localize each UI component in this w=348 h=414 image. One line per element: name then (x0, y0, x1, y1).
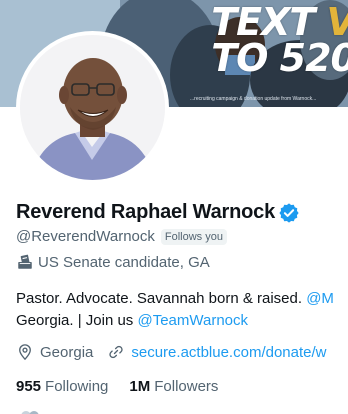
followers-stat[interactable]: 1M Followers (129, 378, 218, 395)
follow-stats: 955 Following 1M Followers (16, 378, 239, 395)
following-label: Following (45, 378, 109, 395)
followers-label: Followers (154, 378, 219, 395)
profile-meta-row: Georgia secure.actblue.com/donate/w (16, 343, 327, 361)
profile-category: US Senate candidate, GA (16, 253, 210, 271)
bio-team-link[interactable]: @TeamWarnock (137, 312, 248, 329)
category-label: US Senate candidate, GA (38, 253, 210, 271)
bio-text-line1: Pastor. Advocate. Savannah born & raised… (16, 290, 307, 307)
following-count: 955 (16, 378, 42, 395)
display-name: Reverend Raphael Warnock (16, 201, 275, 223)
link-icon (109, 345, 124, 359)
banner-headline-line2: TO 520 (211, 36, 348, 80)
bio-mention-link[interactable]: @M (306, 290, 334, 307)
bio-text-line2: Georgia. | Join us (16, 312, 138, 329)
following-stat[interactable]: 955 Following (16, 378, 108, 395)
banner-headline: TEXT V TO 520 (211, 3, 348, 80)
banner-caption: ...recruiting campaign & donation update… (190, 96, 317, 102)
followers-count: 1M (129, 378, 151, 395)
profile-name-row: Reverend Raphael Warnock (16, 201, 300, 224)
followed-by-avatars (21, 411, 39, 414)
location-text: Georgia (40, 343, 94, 361)
handle: @ReverendWarnock (16, 228, 155, 245)
ballot-box-icon (18, 254, 32, 269)
follows-you-badge: Follows you (160, 228, 227, 245)
website-link[interactable]: secure.actblue.com/donate/w (131, 344, 326, 361)
handle-row: @ReverendWarnock Follows you (16, 228, 227, 245)
avatar[interactable] (20, 35, 165, 180)
verified-badge-icon[interactable] (278, 202, 300, 224)
avatar-photo (20, 35, 165, 180)
profile-bio: Pastor. Advocate. Savannah born & raised… (16, 288, 348, 332)
location-pin-icon (19, 344, 31, 361)
